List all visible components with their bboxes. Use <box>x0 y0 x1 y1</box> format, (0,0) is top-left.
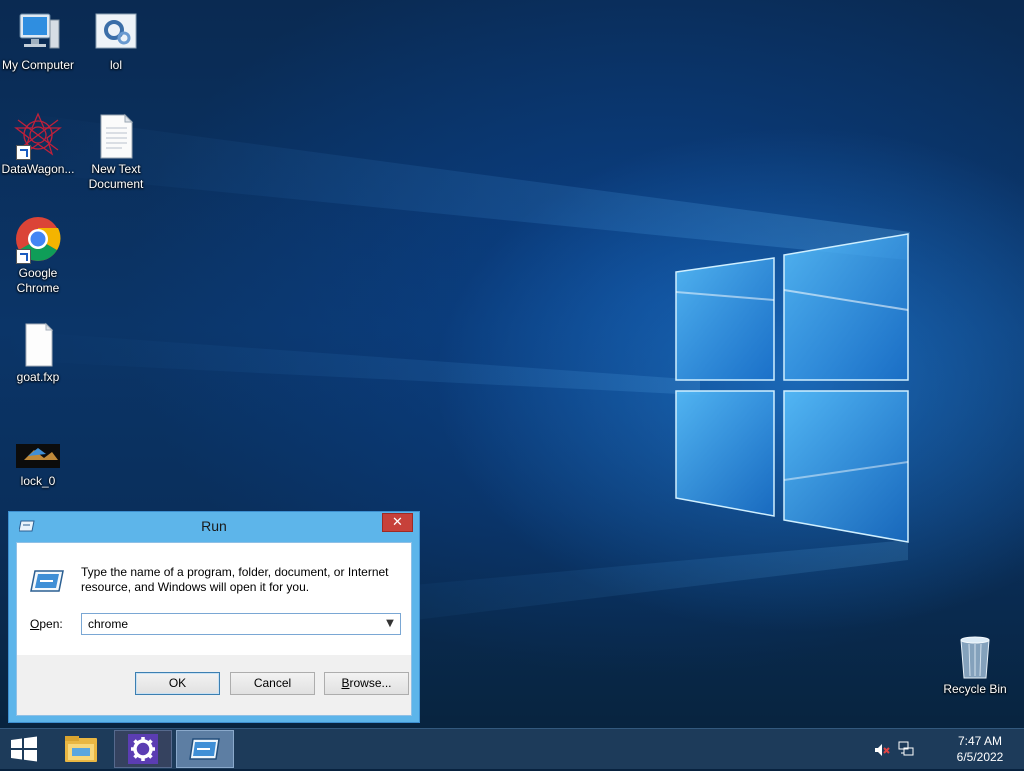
desktop-icon-recycle-bin[interactable]: Recycle Bin <box>935 632 1015 697</box>
open-label-accelerator: O <box>30 617 40 631</box>
ok-button[interactable]: OK <box>135 672 220 695</box>
desktop-icon-lock-0[interactable]: lock_0 <box>0 424 78 489</box>
taskbar-file-explorer[interactable] <box>58 730 104 768</box>
chevron-down-icon[interactable]: ▼ <box>382 615 398 633</box>
clock-time: 7:47 AM <box>957 734 1003 748</box>
browse-label: rowse... <box>349 676 392 690</box>
chrome-icon <box>14 216 62 264</box>
recycle-bin-icon <box>951 632 999 680</box>
desktop-icon-new-text-document[interactable]: New Text Document <box>76 112 156 192</box>
desktop-icon-label: lol <box>109 58 122 72</box>
run-titlebar[interactable]: Run ✕ <box>9 512 419 540</box>
text-document-icon <box>92 112 140 160</box>
start-icon <box>11 736 37 762</box>
desktop-icon-datawagon[interactable]: DataWagon... <box>0 112 78 177</box>
desktop-icon-label: Google Chrome <box>16 266 60 295</box>
run-icon <box>30 570 64 592</box>
desktop-icon-label: New Text Document <box>88 162 144 191</box>
shortcut-arrow-icon <box>16 249 31 264</box>
desktop-icon-label: Recycle Bin <box>943 682 1007 696</box>
run-icon <box>189 738 220 760</box>
browse-accelerator: B <box>341 676 350 690</box>
desktop-icon-label: My Computer <box>1 58 75 72</box>
volume-muted-icon[interactable] <box>874 742 890 758</box>
close-button[interactable]: ✕ <box>382 513 413 532</box>
clock-date: 6/5/2022 <box>956 750 1004 764</box>
file-explorer-icon <box>65 736 97 762</box>
taskbar-run[interactable] <box>176 730 234 768</box>
taskbar-control-panel[interactable] <box>114 730 172 768</box>
network-icon[interactable] <box>898 741 914 757</box>
run-dialog-title: Run <box>201 518 227 534</box>
desktop-icon-label: lock_0 <box>20 474 56 488</box>
computer-icon <box>14 8 62 56</box>
open-label: Open: <box>30 617 63 631</box>
desktop-icon-goat-fxp[interactable]: goat.fxp <box>0 320 78 385</box>
dialog-button-bar: OK Cancel Browse... <box>17 655 411 715</box>
blank-file-icon <box>14 320 62 368</box>
browse-button[interactable]: Browse... <box>324 672 409 695</box>
open-label-text: pen: <box>39 617 63 631</box>
run-description: Type the name of a program, folder, docu… <box>81 565 389 594</box>
open-input[interactable] <box>82 614 384 634</box>
open-combobox[interactable]: ▼ <box>81 613 401 635</box>
desktop-icon-label: goat.fxp <box>16 370 60 384</box>
desktop-icon-label: DataWagon... <box>1 162 75 176</box>
cancel-button[interactable]: Cancel <box>230 672 315 695</box>
close-icon: ✕ <box>392 515 403 530</box>
run-dialog[interactable]: Run ✕ Type the name of a program, folder… <box>8 511 420 723</box>
start-button[interactable] <box>0 730 48 768</box>
shortcut-arrow-icon <box>16 145 31 160</box>
desktop-icon-google-chrome[interactable]: Google Chrome <box>0 216 78 296</box>
control-panel-icon <box>128 734 158 764</box>
run-dialog-body: Type the name of a program, folder, docu… <box>16 542 412 716</box>
image-file-icon <box>14 424 62 472</box>
taskbar-clock[interactable]: 7:47 AM 6/5/2022 <box>940 733 1020 765</box>
settings-file-icon <box>92 8 140 56</box>
desktop-icon-my-computer[interactable]: My Computer <box>0 8 78 73</box>
taskbar: 7:47 AM 6/5/2022 <box>0 728 1024 769</box>
datawagon-icon <box>14 112 62 160</box>
desktop-icon-lol[interactable]: lol <box>76 8 156 73</box>
